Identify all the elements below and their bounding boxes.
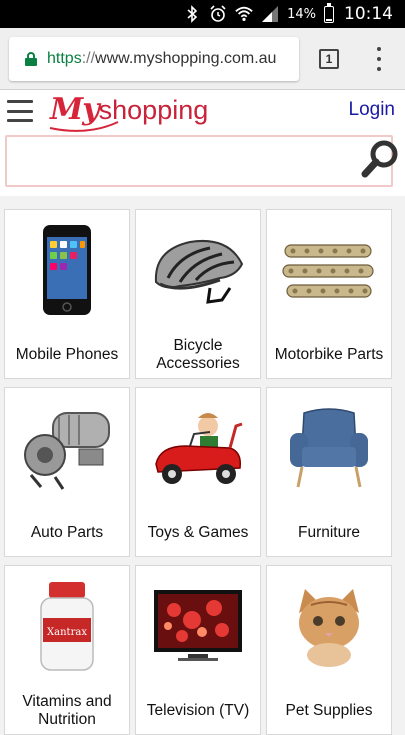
category-card-television[interactable]: Television (TV): [135, 565, 261, 735]
search-icon[interactable]: [360, 138, 402, 180]
bicycle-helmet-icon: [136, 210, 260, 330]
category-card-pet-supplies[interactable]: Pet Supplies: [266, 565, 392, 735]
category-card-auto-parts[interactable]: Auto Parts: [4, 387, 130, 557]
starter-motor-icon: [5, 388, 129, 508]
toy-car-icon: [136, 388, 260, 508]
wifi-icon: [235, 5, 253, 23]
category-card-mobile-phones[interactable]: Mobile Phones: [4, 209, 130, 379]
television-icon: [136, 566, 260, 686]
tab-switcher-button[interactable]: 1: [319, 49, 339, 69]
category-card-vitamins-nutrition[interactable]: Xantrax Vitamins and Nutrition: [4, 565, 130, 735]
address-bar[interactable]: https://www.myshopping.com.au: [9, 37, 299, 81]
browser-menu-icon[interactable]: [369, 47, 389, 71]
category-label: Bicycle Accessories: [156, 337, 240, 372]
motorbike-chain-icon: [267, 210, 391, 330]
login-link[interactable]: Login: [349, 99, 396, 121]
category-label: Pet Supplies: [285, 702, 373, 719]
category-card-bicycle-accessories[interactable]: Bicycle Accessories: [135, 209, 261, 379]
site-logo[interactable]: My shopping: [50, 92, 208, 132]
category-label: Auto Parts: [30, 524, 104, 541]
url-text[interactable]: https://www.myshopping.com.au: [47, 50, 276, 68]
category-label: Television (TV): [146, 702, 250, 719]
vitamin-bottle-icon: Xantrax: [5, 566, 129, 686]
category-label: Vitamins and Nutrition: [22, 693, 112, 728]
kitten-icon: [267, 566, 391, 686]
svg-text:Xantrax: Xantrax: [47, 627, 87, 638]
battery-icon: [324, 2, 334, 23]
status-bar: 14% 10:14: [0, 0, 405, 28]
clock: 10:14: [344, 4, 393, 24]
battery-percent: 14%: [287, 6, 316, 22]
bluetooth-icon: [183, 5, 201, 23]
search-bar: [0, 134, 405, 196]
category-label: Toys & Games: [147, 524, 249, 541]
alarm-icon: [209, 5, 227, 23]
hamburger-menu-icon[interactable]: [7, 100, 33, 122]
site-header: My shopping Login: [0, 90, 405, 134]
mobile-phone-icon: [5, 210, 129, 330]
browser-toolbar: https://www.myshopping.com.au 1: [0, 28, 405, 90]
search-input[interactable]: [5, 135, 393, 187]
category-label: Motorbike Parts: [274, 346, 384, 363]
category-card-toys-games[interactable]: Toys & Games: [135, 387, 261, 557]
signal-icon: [261, 5, 279, 23]
category-label: Furniture: [297, 524, 361, 541]
category-grid: Mobile Phones Bicycle Accessories Motorb…: [0, 196, 405, 735]
lock-icon: [25, 52, 37, 66]
category-card-furniture[interactable]: Furniture: [266, 387, 392, 557]
category-label: Mobile Phones: [15, 346, 119, 363]
category-card-motorbike-parts[interactable]: Motorbike Parts: [266, 209, 392, 379]
armchair-icon: [267, 388, 391, 508]
